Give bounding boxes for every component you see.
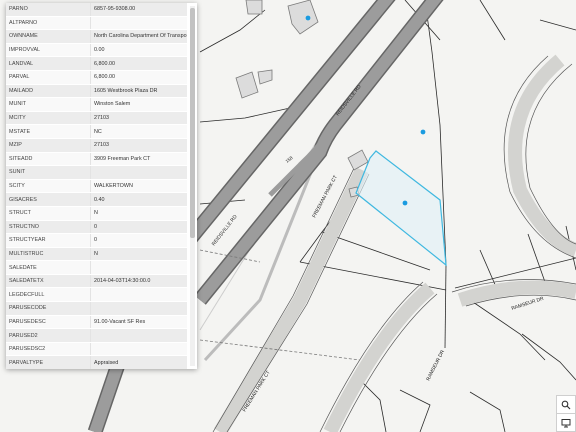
location-marker[interactable] [305,15,311,21]
attribute-key: PARUSEDESC [6,315,91,330]
attribute-value [90,165,187,180]
attribute-value: 0.00 [90,43,187,58]
attribute-row: IMPROVVAL 0.00 [6,43,187,58]
attribute-value: N [90,206,187,221]
attribute-row: ALTPARNO [6,16,187,31]
attribute-row: SUNIT [6,165,187,180]
attribute-key: LANDVAL [6,56,91,71]
attribute-value: 6,800.00 [90,56,187,71]
attribute-row: MZIP 27103 [6,138,187,153]
attribute-value: 3909 Freeman Park CT [90,152,187,167]
attribute-key: MULTISTRUC [6,247,91,262]
attribute-value [90,342,187,357]
attribute-value: 1605 Westbrook Plaza DR [90,84,187,99]
attribute-value [90,260,187,275]
attribute-key: SUNIT [6,165,91,180]
location-marker[interactable] [402,200,408,206]
attribute-row: SALEDATETX 2014-04-03T14:30:00.0 [6,274,187,289]
attribute-row: GISACRES 0.40 [6,192,187,207]
attribute-key: PARNO [6,3,91,17]
attribute-value: 27103 [90,111,187,126]
attribute-value: WALKERTOWN [90,179,187,194]
attribute-row: PARVAL 6,800.00 [6,70,187,85]
attribute-key: ALTPARNO [6,16,91,31]
attribute-value [90,301,187,316]
attribute-key: STRUCTNO [6,220,91,235]
search-icon [561,400,571,409]
attribute-key: MUNIT [6,97,91,112]
attribute-value: 2014-04-03T14:30:00.0 [90,274,187,289]
attribute-key: PARUSECODE [6,301,91,316]
attribute-key: MZIP [6,138,91,153]
attribute-key: MCITY [6,111,91,126]
attribute-row: MCITY 27103 [6,111,187,126]
attribute-table: PARNO 6857-95-9308.00 ALTPARNO OWNNAME North… [6,3,187,369]
attribute-key: PARVALTYPE [6,355,91,369]
attribute-key: PARVAL [6,70,91,85]
attribute-row: PARUSECODE [6,301,187,316]
popup-scrollbar-thumb[interactable] [190,8,195,238]
attribute-row: STRUCTYEAR 0 [6,233,187,248]
attribute-key: GISACRES [6,192,91,207]
attribute-value: 0 [90,220,187,235]
monitor-icon [561,418,571,427]
attribute-key: SCITY [6,179,91,194]
attribute-row: PARUSEDSC2 [6,342,187,357]
attribute-key: STRUCT [6,206,91,221]
attribute-key: MAILADD [6,84,91,99]
attribute-value: Winston Salem [90,97,187,112]
search-button[interactable] [556,395,576,414]
attribute-value [90,328,187,343]
attribute-row: OWNNAME North Carolina Department Of Tran… [6,29,187,44]
attribute-row: MAILADD 1605 Westbrook Plaza DR [6,84,187,99]
attribute-value: N [90,247,187,262]
attribute-key: OWNNAME [6,29,91,44]
attribute-key: IMPROVVAL [6,43,91,58]
attribute-row: SITEADD 3909 Freeman Park CT [6,152,187,167]
attribute-row: LANDVAL 6,800.00 [6,56,187,71]
attribute-key: STRUCTYEAR [6,233,91,248]
attribute-key: SALEDATETX [6,274,91,289]
attribute-key: SALEDATE [6,260,91,275]
attribute-row: MSTATE NC [6,124,187,139]
attribute-row: SALEDATE [6,260,187,275]
attribute-value: 6857-95-9308.00 [90,3,187,17]
popup-scrollbar[interactable] [190,6,195,366]
attribute-value: 27103 [90,138,187,153]
attribute-row: SCITY WALKERTOWN [6,179,187,194]
attribute-key: PARUSED2 [6,328,91,343]
attribute-row: STRUCT N [6,206,187,221]
attribute-value: 6,800.00 [90,70,187,85]
attribute-key: PARUSEDSC2 [6,342,91,357]
attribute-row: MULTISTRUC N [6,247,187,262]
attribute-value: NC [90,124,187,139]
attribute-row: PARNO 6857-95-9308.00 [6,3,187,17]
attribute-key: SITEADD [6,152,91,167]
attribute-row: PARUSEDESC 91.00-Vacant SF Res [6,315,187,330]
attribute-row: MUNIT Winston Salem [6,97,187,112]
attribute-row: PARUSED2 [6,328,187,343]
attribute-value [90,287,187,303]
attribute-row: PARVALTYPE Appraised [6,355,187,369]
monitor-button[interactable] [556,413,576,432]
attribute-value: 0 [90,233,187,248]
attribute-row: STRUCTNO 0 [6,220,187,235]
attribute-key: MSTATE [6,124,91,139]
attribute-value: Appraised [90,355,187,369]
attribute-value: North Carolina Department Of Transportat… [90,29,187,44]
attribute-value [90,16,187,31]
feature-attributes-popup[interactable]: PARNO 6857-95-9308.00 ALTPARNO OWNNAME North… [6,3,197,369]
attribute-value: 91.00-Vacant SF Res [90,315,187,330]
attribute-row: LEGDECFULL [6,287,187,303]
attribute-value: 0.40 [90,192,187,207]
location-marker[interactable] [420,129,426,135]
attribute-key: LEGDECFULL [6,287,91,303]
